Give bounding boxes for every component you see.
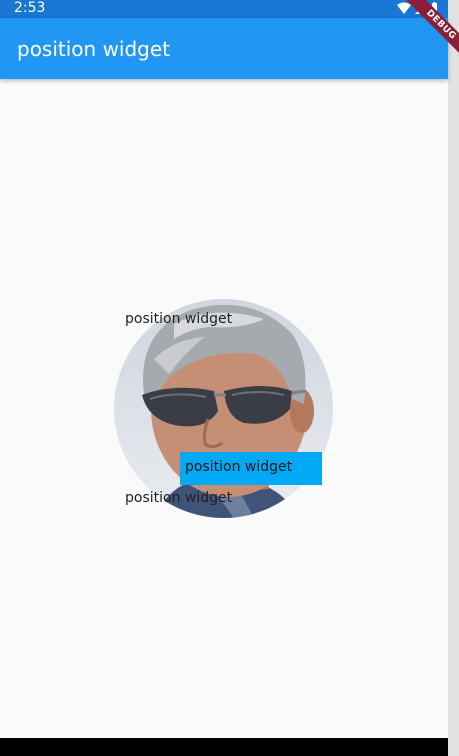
avatar bbox=[114, 299, 333, 518]
status-time: 2:53 bbox=[14, 0, 46, 16]
position-label-highlighted: position widget bbox=[180, 452, 322, 485]
position-label-top: position widget bbox=[125, 311, 233, 327]
app-title: position widget bbox=[17, 37, 171, 61]
debug-banner: DEBUG bbox=[380, 0, 459, 60]
person-photo-icon bbox=[142, 304, 314, 518]
position-label-bottom: position widget bbox=[125, 490, 233, 506]
right-edge-strip bbox=[448, 0, 459, 756]
content-area: position widget position widget position… bbox=[0, 79, 448, 738]
navigation-bar bbox=[0, 738, 448, 756]
debug-ribbon: DEBUG bbox=[397, 0, 459, 60]
